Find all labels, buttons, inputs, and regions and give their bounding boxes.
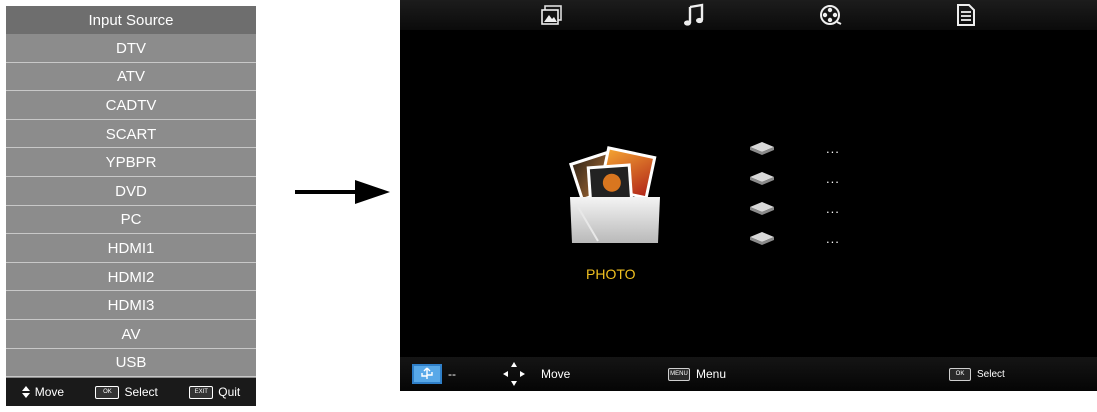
select-hint: OK Select [95, 385, 158, 399]
select-hint-label: Select [977, 368, 1005, 380]
source-item-hdmi2[interactable]: HDMI2 [6, 263, 256, 292]
source-label: DVD [115, 182, 147, 200]
source-list: DTV ATV CADTV SCART YPBPR DVD PC HDMI1 H… [6, 34, 256, 377]
quit-hint-label: Quit [218, 385, 241, 399]
movie-tab-icon[interactable] [818, 3, 842, 27]
selected-media-label: PHOTO [586, 266, 636, 282]
music-tab-icon[interactable] [682, 3, 706, 27]
usb-icon [412, 364, 442, 384]
device-name: ... [826, 230, 840, 246]
media-player-screen: PHOTO ... ... ... ... -- Move MENU Menu … [400, 0, 1097, 391]
source-item-dvd[interactable]: DVD [6, 177, 256, 206]
usb-drive-icon [750, 202, 774, 215]
device-name: ... [826, 200, 840, 216]
device-name: ... [826, 170, 840, 186]
navigation-arrows-icon [503, 362, 525, 386]
source-item-atv[interactable]: ATV [6, 63, 256, 92]
device-row[interactable]: ... [748, 198, 868, 218]
photo-tab-icon[interactable] [540, 3, 564, 27]
source-label: AV [121, 325, 141, 343]
device-row[interactable]: ... [748, 168, 868, 188]
up-down-arrow-icon [21, 386, 30, 398]
ok-key-icon: OK [95, 385, 120, 399]
quit-hint: EXIT Quit [189, 385, 240, 399]
source-label: CADTV [105, 96, 157, 114]
input-source-panel: Input Source DTV ATV CADTV SCART YPBPR D… [6, 6, 256, 406]
usb-drive-icon [750, 172, 774, 185]
source-label: ATV [116, 68, 146, 86]
menu-hint-label: Menu [696, 367, 727, 381]
ok-key-icon: OK [949, 367, 971, 381]
source-item-hdmi3[interactable]: HDMI3 [6, 291, 256, 320]
move-hint: Move [21, 385, 65, 399]
source-item-cadtv[interactable]: CADTV [6, 91, 256, 120]
menu-hint: MENU Menu [668, 357, 726, 391]
source-item-hdmi1[interactable]: HDMI1 [6, 234, 256, 263]
text-tab-icon[interactable] [954, 3, 978, 27]
source-item-pc[interactable]: PC [6, 206, 256, 235]
source-item-ypbpr[interactable]: YPBPR [6, 148, 256, 177]
source-label: YPBPR [105, 154, 157, 172]
exit-key-icon: EXIT [189, 385, 214, 399]
transition-arrow-icon [295, 180, 390, 204]
usb-drive-icon [750, 232, 774, 245]
usb-drive-icon [750, 142, 774, 155]
source-item-dtv[interactable]: DTV [6, 34, 256, 63]
source-label: HDMI2 [107, 268, 155, 286]
select-hint: OK Select [949, 357, 1005, 391]
move-hint-label: Move [541, 367, 571, 381]
media-bottom-bar: -- Move MENU Menu OK Select [400, 357, 1097, 391]
device-row[interactable]: ... [748, 228, 868, 248]
panel-footer: Move OK Select EXIT Quit [6, 378, 256, 406]
select-hint-label: Select [124, 385, 158, 399]
device-row[interactable]: ... [748, 138, 868, 158]
media-content-area: PHOTO ... ... ... ... [400, 30, 1097, 357]
usb-status: -- [412, 357, 456, 391]
source-label: PC [120, 211, 142, 229]
media-type-tabs [400, 0, 1097, 30]
source-item-av[interactable]: AV [6, 320, 256, 349]
source-label: DTV [116, 39, 146, 57]
usb-status-text: -- [448, 367, 456, 381]
source-label: SCART [105, 125, 157, 143]
menu-key-icon: MENU [668, 367, 690, 381]
source-label: HDMI3 [107, 297, 155, 315]
device-name: ... [826, 140, 840, 156]
source-label: USB [115, 354, 147, 372]
source-item-scart[interactable]: SCART [6, 120, 256, 149]
move-hint: Move [503, 357, 570, 391]
source-item-usb[interactable]: USB [6, 349, 256, 378]
move-hint-label: Move [34, 385, 65, 399]
panel-title: Input Source [6, 6, 256, 34]
photo-folder-icon[interactable] [568, 145, 664, 245]
source-label: HDMI1 [107, 239, 155, 257]
